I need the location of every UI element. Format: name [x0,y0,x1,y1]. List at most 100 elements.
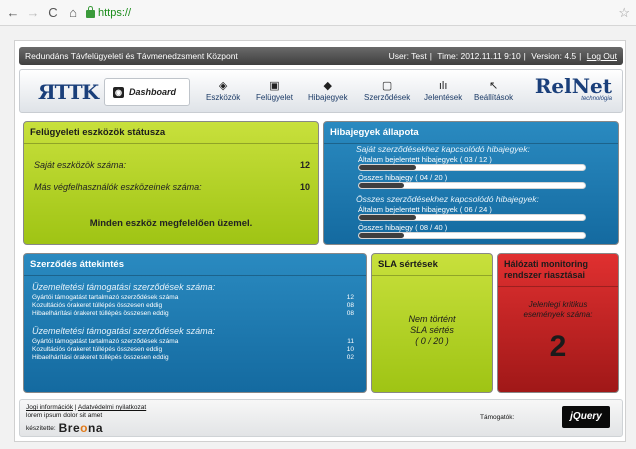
time-info: Time: 2012.11.11 9:10 [437,51,521,61]
breona-logo[interactable]: Breona [59,421,103,435]
bar-fill [359,165,416,170]
privacy-link[interactable]: Adatvédelmi nyilatkozat [78,404,146,411]
section2-title: Üzemeltetési támogatási szerződések szám… [32,326,216,336]
group2-total-bar [358,232,586,239]
made-by-label: készítette: [26,424,56,432]
version-info: Version: 4.5 [531,51,577,61]
other-devices-value: 10 [299,182,310,192]
contract-row-label: Gyártói támogatást tartalmazó szerződése… [32,338,179,345]
user-info: User: Test [388,51,427,61]
monitoring-icon: ▣ [269,80,280,92]
menu-item-label: Beállítások [474,93,514,102]
group1-reported-label: Általam bejelentett hibajegyek ( 03 / 12… [358,155,492,164]
sla-panel: SLA sértések Nem történt SLA sértés ( 0 … [371,253,493,393]
ttk-logo: ЯTTK [38,80,99,104]
made-by: készítette: Breona [26,421,103,435]
monitoring-alerts-panel: Hálózati monitoring rendszer riasztásai … [497,253,619,393]
site-title: Redundáns Távfelügyeleti és Távmenedzsme… [25,51,238,61]
logout-link[interactable]: Log Out [587,51,617,61]
panel-title: Felügyeleti eszközök státusza [24,122,318,144]
relnet-logo-text: RelNet [534,74,612,98]
page-frame: Redundáns Távfelügyeleti és Távmenedzsme… [14,40,626,442]
legal-info-link[interactable]: Jogi információk [26,404,73,411]
back-icon[interactable]: ← [6,5,20,20]
document-icon: ▢ [381,80,393,92]
top-bar: Redundáns Távfelügyeleti és Távmenedzsme… [19,47,623,65]
menu-item-felugyelet[interactable]: ▣ Felügyelet [256,79,293,102]
url-text: https:// [98,6,132,19]
dashboard-icon: ◉ [113,86,124,98]
menu-item-eszkozok[interactable]: ◈ Eszközök [206,79,240,102]
contract-row-value: 02 [346,354,354,361]
group1-total-label: Összes hibajegy ( 04 / 20 ) [358,173,448,182]
contract-row-value: 08 [346,302,354,309]
critical-line: események száma: [523,310,593,319]
forward-icon[interactable]: → [26,5,40,20]
tab-dashboard[interactable]: ◉ Dashboard [104,78,190,106]
own-devices-label: Saját eszközök száma: [34,160,127,170]
contract-row-label: Kozultációs órakeret túllépés összesen e… [32,302,163,309]
settings-arrow-icon: ↖ [488,80,499,92]
group1-title: Saját szerződésekhez kapcsolódó hibajegy… [356,144,530,154]
contract-row: Kozultációs órakeret túllépés összesen e… [32,346,354,353]
bar-fill [359,215,416,220]
contract-row-value: 08 [346,310,354,317]
critical-events-count: 2 [549,330,567,363]
panel-title: Hálózati monitoring rendszer riasztásai [498,254,618,287]
bar-fill [359,233,405,238]
breona-logo-part: o [80,421,88,435]
supporters-label: Támogatók: [480,414,515,421]
panel-title: SLA sértések [372,254,492,276]
footer-lorem: lorem ipsum dolor sit amet [26,412,103,419]
footer-links: Jogi információk | Adatvédelmi nyilatkoz… [26,404,147,411]
critical-events-label: Jelenlegi kritikus események száma: [498,300,618,320]
browser-toolbar: ← → C ⌂ https:// ☆ [0,0,636,26]
contracts-panel: Szerződés áttekintés Üzemeltetési támoga… [23,253,367,393]
device-status-panel: Felügyeleti eszközök státusza Saját eszk… [23,121,319,245]
other-devices-row: Más végfelhasználók eszközeinek száma: 1… [34,182,310,192]
relnet-logo: RelNet technológia [535,76,612,102]
menu-item-label: Szerződések [364,93,411,102]
sla-line: Nem történt [408,314,456,324]
menu-item-jelentesek[interactable]: ılı Jelentések [424,79,462,102]
address-bar[interactable]: https:// [86,6,132,19]
menu-item-label: Hibajegyek [308,93,348,102]
main-menu: ЯTTK ◉ Dashboard ◈ Eszközök ▣ Felügyelet… [19,69,623,113]
critical-line: Jelenlegi kritikus [528,300,588,309]
group2-reported-bar [358,214,586,221]
contract-row: Hibaelhárítási órakeret túllépés összese… [32,354,354,361]
sla-status: Nem történt SLA sértés ( 0 / 20 ) [372,314,492,347]
contract-row: Kozultációs órakeret túllépés összesen e… [32,302,354,309]
tab-dashboard-label: Dashboard [129,87,177,97]
group1-total-bar [358,182,586,189]
bookmark-star-icon[interactable]: ☆ [618,5,630,21]
panel-title: Szerződés áttekintés [24,254,366,276]
sla-count: ( 0 / 20 ) [415,336,449,346]
menu-item-label: Eszközök [206,93,241,102]
bar-chart-icon: ılı [438,80,448,92]
footer: Jogi információk | Adatvédelmi nyilatkoz… [19,399,623,437]
devices-icon: ◈ [218,80,228,92]
tickets-panel: Hibajegyek állapota Saját szerződésekhez… [323,121,619,245]
menu-item-label: Felügyelet [256,93,293,102]
status-message: Minden eszköz megfelelően üzemel. [89,218,253,229]
bar-fill [359,183,405,188]
home-icon[interactable]: ⌂ [66,5,80,20]
menu-item-szerzodesek[interactable]: ▢ Szerződések [364,79,410,102]
sla-line: SLA sértés [410,325,454,335]
group2-reported-label: Általam bejelentett hibajegyek ( 06 / 24… [358,205,492,214]
reload-icon[interactable]: C [46,5,60,20]
own-devices-row: Saját eszközök száma: 12 [34,160,310,170]
other-devices-label: Más végfelhasználók eszközeinek száma: [34,182,202,192]
menu-item-label: Jelentések [424,93,463,102]
menu-item-beallitasok[interactable]: ↖ Beállítások [474,79,513,102]
own-devices-value: 12 [299,160,310,170]
menu-item-hibajegyek[interactable]: ◆ Hibajegyek [308,79,348,102]
breona-logo-part: Bre [58,421,81,435]
contract-row-label: Hibaelhárítási órakeret túllépés összese… [32,310,169,317]
contract-row-value: 12 [346,294,354,301]
jquery-logo[interactable]: jQuery [562,406,610,428]
tag-icon: ◆ [323,80,333,92]
panel-title: Hibajegyek állapota [324,122,618,144]
contract-row-label: Kozultációs órakeret túllépés összesen e… [32,346,163,353]
